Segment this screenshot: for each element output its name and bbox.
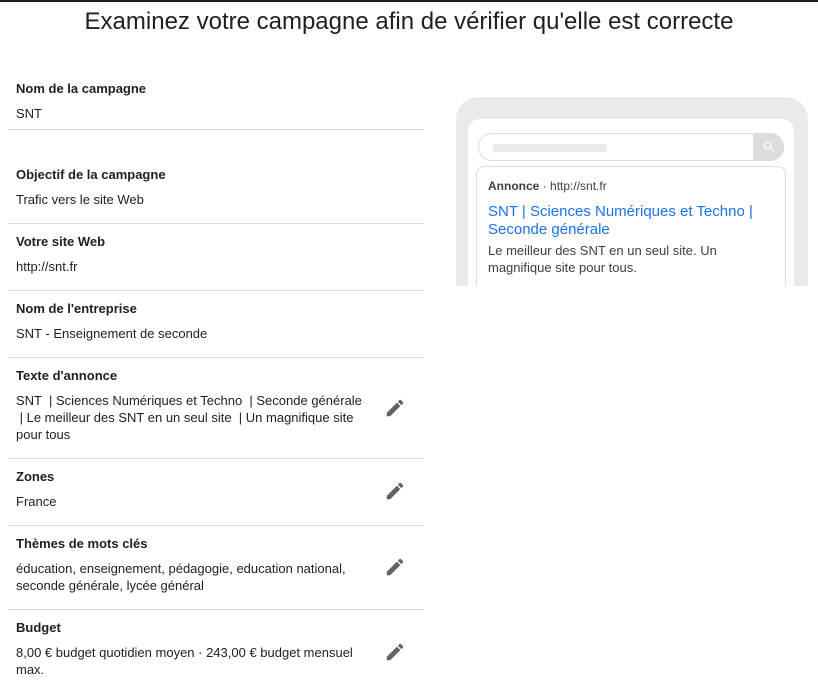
keyword-themes-label: Thèmes de mots clés [16, 536, 148, 551]
search-icon [763, 141, 774, 152]
ad-preview-phone-frame: Annonce · http://snt.fr SNT | Sciences N… [456, 97, 808, 286]
summary-row-keyword-themes: Thèmes de mots clés éducation, enseignem… [8, 526, 424, 610]
edit-budget-button[interactable] [384, 641, 406, 663]
budget-line: 8,00 € budget quotidien moyen · 243,00 €… [16, 645, 353, 660]
pencil-icon [386, 643, 404, 661]
ad-label: Annonce [488, 179, 540, 193]
summary-row-website: Votre site Web http://snt.fr [8, 224, 424, 291]
summary-row-zones: Zones France [8, 459, 424, 526]
top-border [0, 0, 818, 2]
pencil-icon [386, 482, 404, 500]
website-value: http://snt.fr [16, 259, 78, 274]
summary-row-campaign-name: Nom de la campagne SNT [8, 70, 424, 130]
campaign-name-label: Nom de la campagne [16, 81, 147, 96]
ad-preview-card: Annonce · http://snt.fr SNT | Sciences N… [476, 166, 786, 286]
preview-search-bar [478, 133, 784, 161]
ad-headline-line: Seconde générale [488, 221, 610, 238]
summary-row-campaign-goal: Objectif de la campagne Trafic vers le s… [8, 130, 424, 224]
zones-value: France [16, 494, 57, 509]
ad-description: Le meilleur des SNT en un seul site. Un … [488, 242, 773, 276]
ad-text-line: | Le meilleur des SNT en un seul site | … [16, 410, 354, 425]
search-query-placeholder [493, 144, 607, 152]
campaign-summary: Nom de la campagne SNT Objectif de la ca… [8, 70, 424, 690]
ad-text-line: SNT | Sciences Numériques et Techno | Se… [16, 393, 362, 408]
ad-text-line: pour tous [16, 427, 71, 442]
business-name-label: Nom de l'entreprise [16, 301, 137, 316]
keyword-themes-line: seconde générale, lycée général [16, 578, 204, 593]
ad-description-line: Le meilleur des SNT en un seul site. Un [488, 243, 717, 258]
edit-keyword-themes-button[interactable] [384, 556, 406, 578]
summary-row-ad-text: Texte d'annonce SNT | Sciences Numérique… [8, 358, 424, 459]
ad-meta-line: Annonce · http://snt.fr [488, 179, 607, 193]
campaign-name-value: SNT [16, 106, 42, 121]
pencil-icon [386, 558, 404, 576]
budget-value: 8,00 € budget quotidien moyen · 243,00 €… [16, 644, 366, 678]
ad-headline-link[interactable]: SNT | Sciences Numériques et Techno | Se… [488, 203, 773, 239]
edit-zones-button[interactable] [384, 480, 406, 502]
campaign-goal-value: Trafic vers le site Web [16, 192, 144, 207]
summary-row-business-name: Nom de l'entreprise SNT - Enseignement d… [8, 291, 424, 358]
website-label: Votre site Web [16, 234, 106, 249]
ad-text-value: SNT | Sciences Numériques et Techno | Se… [16, 392, 366, 443]
ad-description-line: magnifique site pour tous. [488, 260, 637, 275]
summary-row-budget: Budget 8,00 € budget quotidien moyen · 2… [8, 610, 424, 690]
page-title: Examinez votre campagne afin de vérifier… [84, 8, 734, 35]
ad-text-label: Texte d'annonce [16, 368, 118, 383]
keyword-themes-line: éducation, enseignement, pédagogie, educ… [16, 561, 346, 576]
budget-line: max. [16, 662, 45, 677]
zones-label: Zones [16, 469, 55, 484]
ad-separator: · [542, 179, 547, 193]
pencil-icon [386, 399, 404, 417]
business-name-value: SNT - Enseignement de seconde [16, 326, 208, 341]
campaign-goal-label: Objectif de la campagne [16, 167, 166, 182]
keyword-themes-value: éducation, enseignement, pédagogie, educ… [16, 560, 366, 594]
ad-display-url: http://snt.fr [550, 179, 607, 193]
ad-headline-line: SNT | Sciences Numériques et Techno | [488, 203, 753, 220]
budget-label: Budget [16, 620, 61, 635]
preview-search-button [753, 133, 784, 161]
ad-preview-screen: Annonce · http://snt.fr SNT | Sciences N… [468, 119, 794, 286]
edit-ad-text-button[interactable] [384, 397, 406, 419]
